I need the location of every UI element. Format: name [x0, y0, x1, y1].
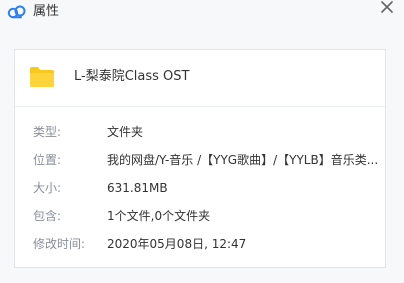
property-row-type: 类型: 文件夹	[15, 123, 385, 141]
property-value-location[interactable]: 我的网盘/Y-音乐 /【YYG歌曲】/【YYLB】音乐类...	[107, 151, 377, 169]
item-header: L-梨泰院Class OST	[15, 50, 385, 106]
property-label: 修改时间:	[33, 237, 86, 251]
property-value: 2020年05月08日, 12:47	[107, 237, 247, 251]
folder-name: L-梨泰院Class OST	[74, 69, 190, 84]
window-title: 属性	[33, 4, 60, 19]
property-label: 包含:	[33, 209, 62, 223]
property-value: 1个文件,0个文件夹	[107, 209, 211, 223]
close-icon	[381, 1, 393, 13]
property-label: 位置:	[33, 153, 62, 167]
property-row-size: 大小: 631.81MB	[15, 179, 385, 197]
close-button[interactable]	[378, 0, 396, 16]
property-row-modified: 修改时间: 2020年05月08日, 12:47	[15, 235, 385, 253]
property-value: 文件夹	[107, 125, 144, 139]
title-bar: 属性	[0, 0, 404, 26]
properties-panel: L-梨泰院Class OST 类型: 文件夹 位置: 我的网盘/Y-音乐 /【Y…	[14, 49, 386, 268]
properties-window: 属性 L-梨泰院Class OST 类型: 文件夹 位置: 我的网盘/Y-音乐 …	[0, 0, 404, 283]
property-label: 类型:	[33, 125, 62, 139]
folder-icon	[29, 66, 55, 88]
cloud-logo-icon	[7, 4, 27, 20]
divider	[15, 106, 385, 107]
property-row-contents: 包含: 1个文件,0个文件夹	[15, 207, 385, 225]
property-value: 631.81MB	[107, 181, 168, 195]
property-row-location: 位置: 我的网盘/Y-音乐 /【YYG歌曲】/【YYLB】音乐类...	[15, 151, 385, 169]
property-label: 大小:	[33, 181, 62, 195]
